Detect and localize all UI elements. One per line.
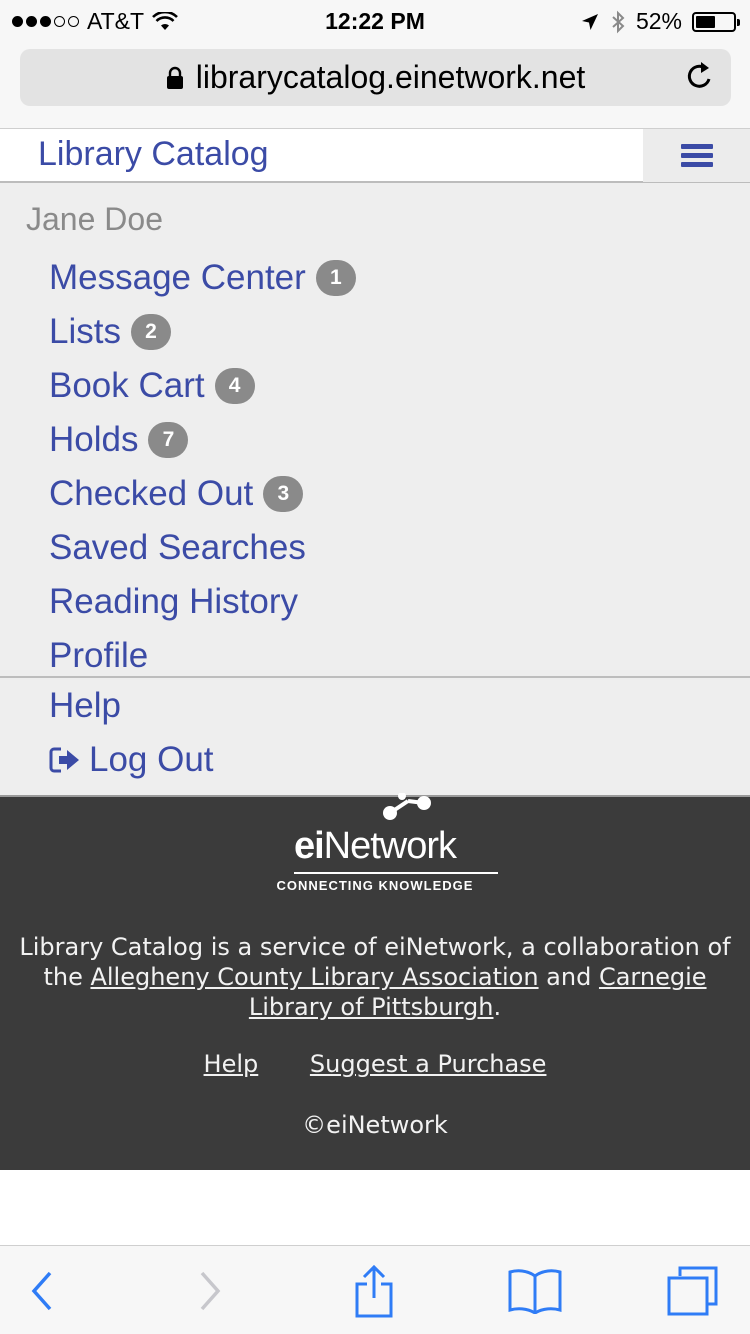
forward-button[interactable] — [180, 1266, 240, 1316]
share-icon — [355, 1264, 393, 1318]
location-arrow-icon — [581, 13, 598, 30]
footer-description: Library Catalog is a service of eiNetwor… — [10, 932, 740, 1022]
user-name: Jane Doe — [26, 201, 163, 237]
footer-text-suffix: . — [493, 993, 502, 1021]
count-badge: 2 — [130, 314, 171, 350]
count-badge: 1 — [315, 260, 356, 296]
menu-item-label: Lists — [49, 312, 121, 351]
footer-links: Help Suggest a Purchase — [0, 1050, 750, 1078]
menu-item-reading-history[interactable]: Reading History — [49, 575, 356, 629]
menu-item-holds[interactable]: Holds 7 — [49, 413, 356, 467]
footer: eiNetwork CONNECTING KNOWLEDGE Library C… — [0, 793, 750, 1170]
logo-rule — [294, 872, 498, 874]
count-badge: 4 — [214, 368, 255, 404]
address-bar[interactable]: librarycatalog.einetwork.net — [20, 49, 731, 106]
menu-item-label: Holds — [49, 420, 139, 459]
tabs-icon — [667, 1266, 718, 1316]
account-menu: Jane Doe Message Center 1 Lists 2 Book C… — [0, 183, 750, 797]
hamburger-icon — [680, 140, 713, 171]
sign-out-icon — [49, 746, 81, 774]
logo-tagline: CONNECTING KNOWLEDGE — [276, 878, 474, 893]
status-right: 52% — [580, 8, 740, 35]
count-badge: 7 — [148, 422, 189, 458]
battery-level — [696, 15, 715, 28]
tabs-button[interactable] — [662, 1266, 722, 1316]
copyright: ©eiNetwork — [302, 1111, 448, 1139]
allegheny-link[interactable]: Allegheny County Library Association — [90, 963, 538, 991]
book-icon — [508, 1269, 562, 1314]
browser-toolbar — [0, 1245, 750, 1334]
url-text: librarycatalog.einetwork.net — [195, 59, 586, 95]
page-title[interactable]: Library Catalog — [38, 135, 269, 174]
menu-item-help[interactable]: Help — [49, 679, 214, 733]
menu-divider — [0, 676, 750, 678]
reload-icon[interactable] — [684, 60, 716, 92]
status-bar: AT&T 12:22 PM 52% — [0, 0, 750, 40]
menu-item-label: Help — [49, 686, 121, 725]
network-nodes-icon — [383, 793, 431, 820]
einetwork-logo[interactable]: eiNetwork CONNECTING KNOWLEDGE — [0, 793, 750, 897]
menu-item-lists[interactable]: Lists 2 — [49, 305, 356, 359]
menu-item-message-center[interactable]: Message Center 1 — [49, 251, 356, 305]
count-badge: 3 — [263, 476, 304, 512]
menu-toggle-button[interactable] — [643, 129, 750, 182]
browser-address-area: librarycatalog.einetwork.net — [0, 40, 750, 128]
account-menu-list: Message Center 1 Lists 2 Book Cart 4 Hol… — [49, 251, 356, 683]
menu-item-label: Profile — [49, 636, 149, 675]
menu-item-label: Log Out — [89, 740, 214, 779]
menu-item-label: Book Cart — [49, 366, 205, 405]
lock-icon — [166, 66, 184, 90]
suggest-purchase-link[interactable]: Suggest a Purchase — [310, 1050, 547, 1078]
app-header: Library Catalog — [0, 128, 750, 183]
chevron-right-icon — [200, 1271, 221, 1311]
footer-help-link[interactable]: Help — [204, 1050, 259, 1078]
logo-wordmark: eiNetwork — [293, 825, 457, 867]
menu-item-saved-searches[interactable]: Saved Searches — [49, 521, 356, 575]
bluetooth-icon — [612, 10, 625, 33]
battery-percent: 52% — [635, 8, 682, 34]
secondary-menu-list: Help Log Out — [49, 679, 214, 787]
chevron-left-icon — [31, 1271, 52, 1311]
back-button[interactable] — [12, 1266, 72, 1316]
bookmarks-button[interactable] — [505, 1266, 565, 1316]
menu-item-profile[interactable]: Profile — [49, 629, 356, 683]
battery-icon — [692, 11, 740, 32]
menu-item-checked-out[interactable]: Checked Out 3 — [49, 467, 356, 521]
menu-item-book-cart[interactable]: Book Cart 4 — [49, 359, 356, 413]
share-button[interactable] — [344, 1264, 404, 1318]
menu-item-label: Checked Out — [49, 474, 254, 513]
menu-item-log-out[interactable]: Log Out — [49, 733, 214, 787]
menu-item-label: Saved Searches — [49, 528, 306, 567]
menu-item-label: Message Center — [49, 258, 306, 297]
footer-text-and: and — [538, 963, 599, 991]
menu-item-label: Reading History — [49, 582, 298, 621]
